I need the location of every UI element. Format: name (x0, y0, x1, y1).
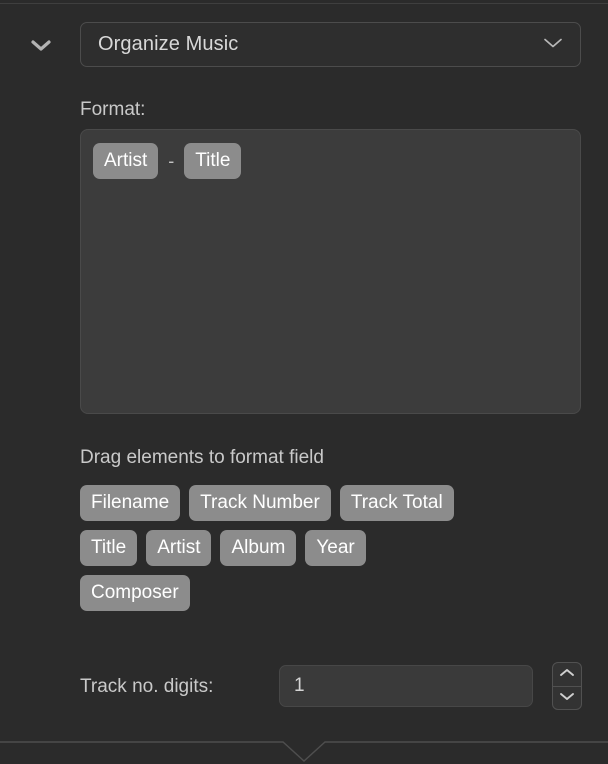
format-drop-field[interactable]: Artist - Title (80, 129, 581, 414)
track-digits-row: Track no. digits: 1 (0, 662, 608, 710)
palette-tag-title[interactable]: Title (80, 530, 138, 566)
format-token-title[interactable]: Title (184, 143, 242, 179)
top-divider (0, 3, 608, 4)
palette-tag-composer[interactable]: Composer (80, 575, 190, 611)
palette-tag-track-total[interactable]: Track Total (339, 485, 454, 521)
format-separator: - (168, 150, 175, 171)
palette-tag-album[interactable]: Album (220, 530, 297, 566)
organize-music-dropdown[interactable]: Organize Music (80, 22, 581, 67)
palette-tag-artist[interactable]: Artist (146, 530, 212, 566)
header-row: Organize Music (0, 22, 608, 68)
palette-row: Title Artist Album Year (80, 530, 590, 566)
format-token-list: Artist - Title (93, 143, 568, 179)
format-token-artist[interactable]: Artist (93, 143, 159, 179)
palette-tag-filename[interactable]: Filename (80, 485, 181, 521)
stepper-increment-button[interactable] (553, 663, 581, 687)
stepper-decrement-button[interactable] (553, 687, 581, 710)
palette-row: Filename Track Number Track Total (80, 485, 590, 521)
format-label: Format: (80, 99, 146, 120)
drag-elements-hint: Drag elements to format field (80, 447, 324, 468)
chevron-down-icon (542, 35, 564, 54)
chevron-up-icon (558, 665, 576, 683)
chevron-down-icon (29, 37, 53, 53)
element-palette: Filename Track Number Track Total Title … (80, 485, 590, 611)
track-digits-value: 1 (294, 675, 305, 696)
popover-notch (0, 728, 608, 764)
dropdown-selected-label: Organize Music (98, 33, 239, 55)
palette-row: Composer (80, 575, 590, 611)
palette-tag-year[interactable]: Year (305, 530, 366, 566)
track-digits-input[interactable]: 1 (279, 665, 533, 707)
track-digits-label: Track no. digits: (80, 676, 214, 697)
chevron-down-icon (558, 689, 576, 707)
track-digits-stepper[interactable] (552, 662, 582, 710)
disclosure-toggle[interactable] (24, 22, 58, 68)
palette-tag-track-number[interactable]: Track Number (189, 485, 331, 521)
